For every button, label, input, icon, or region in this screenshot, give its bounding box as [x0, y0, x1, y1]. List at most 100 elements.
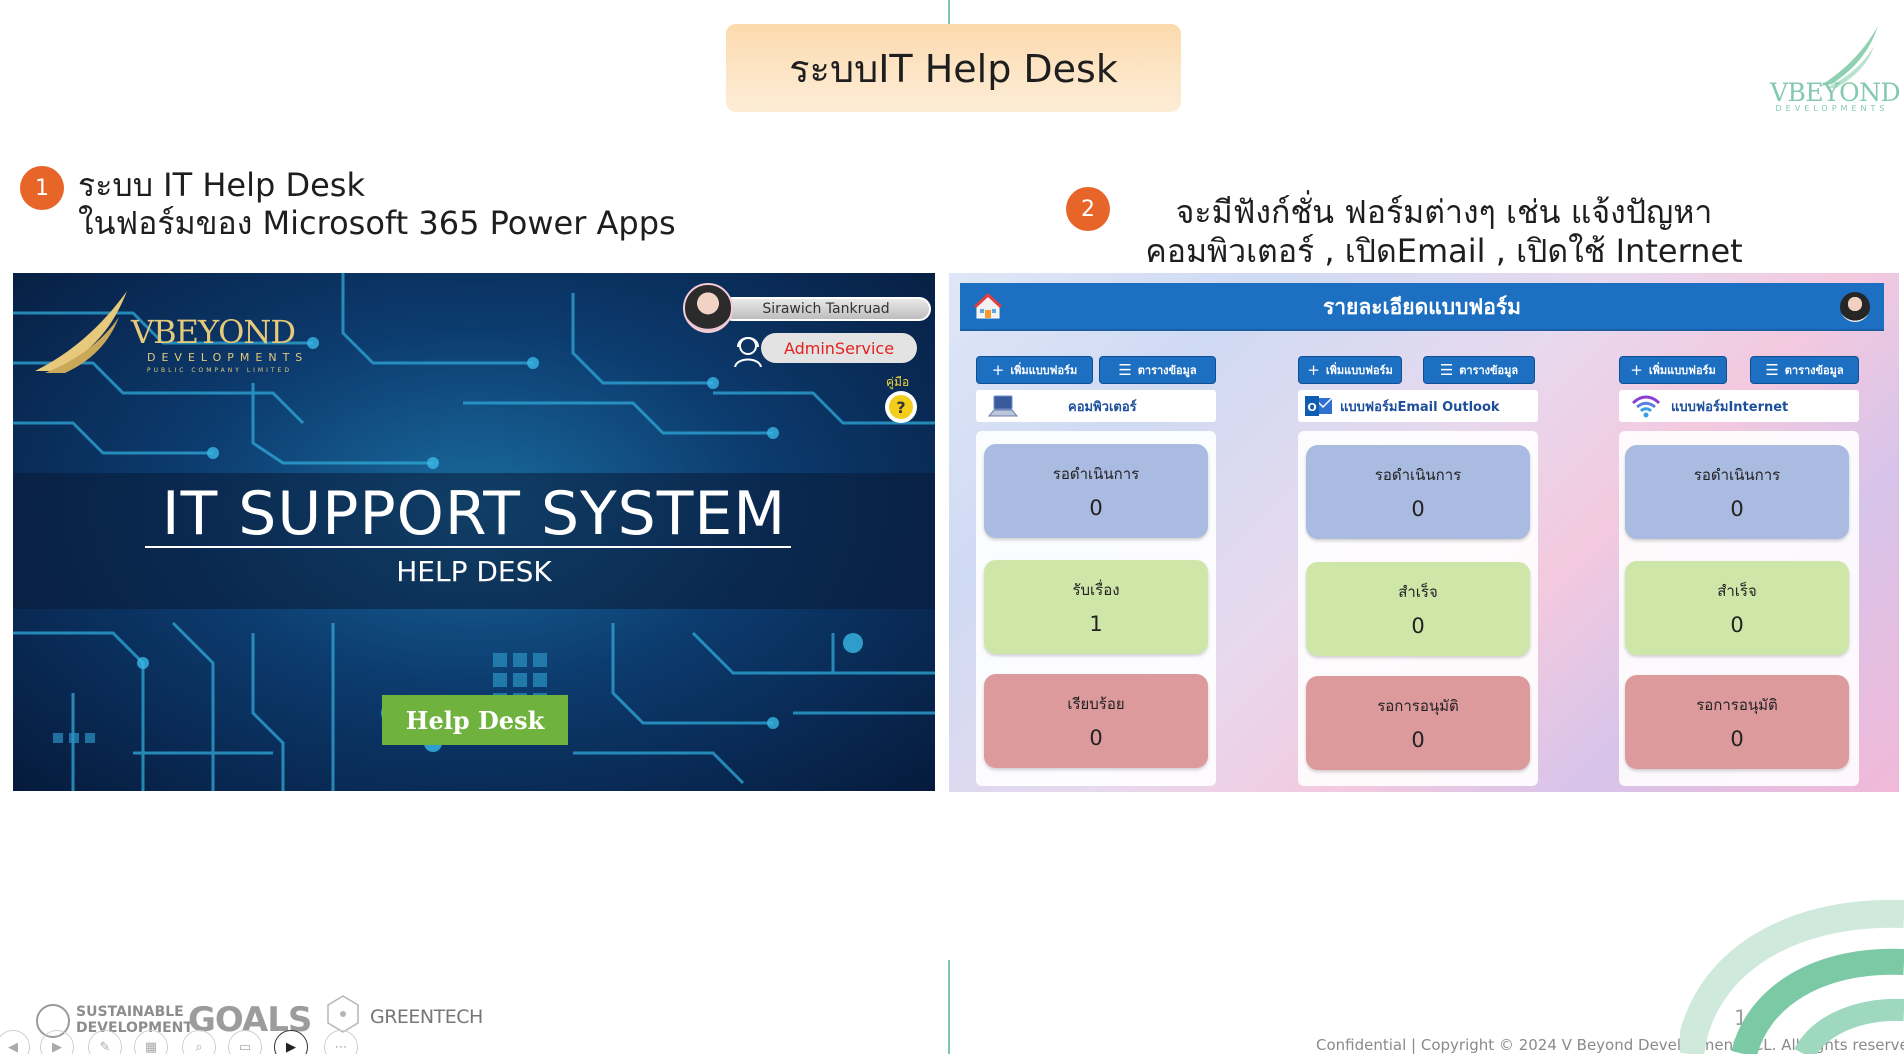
step-badge-1: 1 [20, 166, 64, 210]
data-table-button[interactable]: ☰ ตารางข้อมูล [1750, 356, 1859, 384]
status-card-done[interactable]: เรียบร้อย 0 [984, 674, 1208, 768]
form-name-row[interactable]: O แบบฟอร์มEmail Outlook [1298, 390, 1538, 422]
presentation-toolbar: ◀ ▶ ✎ ▦ ⌕ ▭ ▶ ⋯ [0, 1030, 380, 1054]
data-table-button[interactable]: ☰ ตารางข้อมูล [1423, 356, 1535, 384]
sdg-line1: SUSTAINABLE [76, 1004, 184, 1020]
corner-logo-sub: DEVELOPMENTS [1775, 104, 1889, 113]
add-form-button[interactable]: + เพิ่มแบบฟอร์ม [1619, 356, 1727, 384]
slide-title: ระบบIT Help Desk [726, 24, 1181, 112]
status-label: รอดำเนินการ [1693, 466, 1781, 484]
slides-overview-icon[interactable]: ▦ [134, 1030, 168, 1054]
form-column-email: + เพิ่มแบบฟอร์ม ☰ ตารางข้อมูล O แบบฟอร์ม… [1298, 273, 1542, 792]
zoom-icon[interactable]: ⌕ [182, 1030, 216, 1054]
status-label: เรียบร้อย [1067, 695, 1125, 713]
status-card-success[interactable]: สำเร็จ 0 [1306, 562, 1530, 656]
add-form-label: เพิ่มแบบฟอร์ม [1648, 364, 1716, 377]
data-table-label: ตารางข้อมูล [1137, 364, 1197, 377]
title-underline [145, 546, 791, 548]
wifi-icon [1631, 395, 1661, 418]
status-count: 0 [1411, 497, 1425, 521]
status-label: รอดำเนินการ [1052, 465, 1140, 483]
center-divider-bottom [948, 960, 950, 1054]
form-name: คอมพิวเตอร์ [1068, 399, 1137, 415]
more-options-icon[interactable]: ⋯ [324, 1030, 358, 1054]
add-form-label: เพิ่มแบบฟอร์ม [1325, 364, 1393, 377]
status-label: รอดำเนินการ [1374, 466, 1462, 484]
section1-line2: ในฟอร์มของ Microsoft 365 Power Apps [78, 204, 676, 242]
data-table-label: ตารางข้อมูล [1459, 364, 1519, 377]
status-card-awaiting-approval[interactable]: รอการอนุมัติ 0 [1625, 675, 1849, 769]
status-count: 0 [1730, 497, 1744, 521]
list-icon: ☰ [1765, 361, 1779, 379]
status-card-pending[interactable]: รอดำเนินการ 0 [1625, 445, 1849, 539]
plus-icon: + [1307, 361, 1320, 379]
plus-icon: + [1630, 361, 1643, 379]
add-form-button[interactable]: + เพิ่มแบบฟอร์ม [1298, 356, 1402, 384]
manual-label: คู่มือ [886, 375, 910, 389]
outlook-icon: O [1305, 396, 1333, 416]
status-card-received[interactable]: รับเรื่อง 1 [984, 560, 1208, 654]
question-icon: ? [889, 395, 913, 419]
form-name: แบบฟอร์มInternet [1671, 399, 1789, 415]
section2-line2: คอมพิวเตอร์ , เปิดEmail , เปิดใช้ Intern… [1145, 232, 1743, 270]
laptop-icon [988, 395, 1018, 417]
data-table-label: ตารางข้อมูล [1784, 364, 1844, 377]
form-column-computer: + เพิ่มแบบฟอร์ม ☰ ตารางข้อมูล คอมพิวเตอร… [976, 273, 1220, 792]
status-count: 0 [1089, 726, 1103, 750]
user-name-pill: Sirawich Tankruad [721, 297, 931, 321]
support-agent-icon [734, 337, 762, 367]
status-count: 0 [1730, 727, 1744, 751]
list-icon: ☰ [1118, 361, 1132, 379]
plus-icon: + [991, 361, 1005, 379]
pen-icon[interactable]: ✎ [88, 1030, 122, 1054]
status-count: 0 [1089, 496, 1103, 520]
status-card-awaiting-approval[interactable]: รอการอนุมัติ 0 [1306, 676, 1530, 770]
golden-wing-icon [35, 291, 127, 373]
svg-text:O: O [1307, 401, 1316, 414]
status-count: 0 [1411, 614, 1425, 638]
form-name-row[interactable]: แบบฟอร์มInternet [1619, 390, 1859, 422]
status-label: รอการอนุมัติ [1377, 697, 1459, 715]
app-logo: VBEYOND DEVELOPMENTS PUBLIC COMPANY LIMI… [31, 287, 302, 387]
form-name: แบบฟอร์มEmail Outlook [1340, 399, 1500, 415]
greentech-text: GREENTECH [370, 1006, 483, 1028]
decorative-arcs [1680, 900, 1904, 1054]
app-logo-plc: PUBLIC COMPANY LIMITED [147, 367, 292, 374]
status-label: สำเร็จ [1398, 583, 1438, 601]
form-details-screenshot: รายละเอียดแบบฟอร์ม + เพิ่มแบบฟอร์ม ☰ ตาร… [949, 273, 1899, 792]
status-card-pending[interactable]: รอดำเนินการ 0 [1306, 445, 1530, 539]
camera-icon[interactable]: ▶ [274, 1030, 308, 1054]
step-badge-2: 2 [1066, 187, 1110, 231]
section2-line1: จะมีฟังก์ชั่น ฟอร์มต่างๆ เช่น แจ้งปัญหา [1175, 193, 1713, 231]
status-label: รอการอนุมัติ [1696, 696, 1778, 714]
greentech-logo: GREENTECH [326, 994, 496, 1034]
app-subtitle: HELP DESK [396, 555, 552, 588]
app-logo-brand: VBEYOND [131, 313, 296, 351]
form-column-internet: + เพิ่มแบบฟอร์ม ☰ ตารางข้อมูล แบบฟอร์มIn… [1619, 273, 1863, 792]
previous-slide-icon[interactable]: ◀ [0, 1030, 30, 1054]
app-logo-dev: DEVELOPMENTS [147, 351, 309, 364]
subtitles-icon[interactable]: ▭ [228, 1030, 262, 1054]
greentech-hex-icon [327, 995, 359, 1033]
form-name-row[interactable]: คอมพิวเตอร์ [976, 390, 1216, 422]
status-count: 0 [1730, 613, 1744, 637]
helpdesk-home-screenshot: VBEYOND DEVELOPMENTS PUBLIC COMPANY LIMI… [13, 273, 935, 791]
status-card-success[interactable]: สำเร็จ 0 [1625, 561, 1849, 655]
app-title: IT SUPPORT SYSTEM [161, 479, 787, 549]
add-form-button[interactable]: + เพิ่มแบบฟอร์ม [976, 356, 1093, 384]
help-desk-button[interactable]: Help Desk [382, 695, 568, 745]
role-button[interactable]: AdminService [761, 333, 917, 363]
vbeyond-corner-logo: VBEYOND DEVELOPMENTS [1762, 20, 1901, 122]
add-form-label: เพิ่มแบบฟอร์ม [1010, 364, 1078, 377]
status-label: รับเรื่อง [1072, 581, 1120, 599]
center-divider-top [948, 0, 950, 24]
list-icon: ☰ [1439, 361, 1454, 379]
status-count: 1 [1089, 612, 1103, 636]
help-manual-button[interactable]: ? [885, 391, 917, 423]
status-count: 0 [1411, 728, 1425, 752]
data-table-button[interactable]: ☰ ตารางข้อมูล [1099, 356, 1216, 384]
user-avatar[interactable] [683, 283, 733, 333]
corner-logo-brand: VBEYOND [1770, 78, 1901, 107]
status-card-pending[interactable]: รอดำเนินการ 0 [984, 444, 1208, 538]
next-slide-icon[interactable]: ▶ [40, 1030, 74, 1054]
